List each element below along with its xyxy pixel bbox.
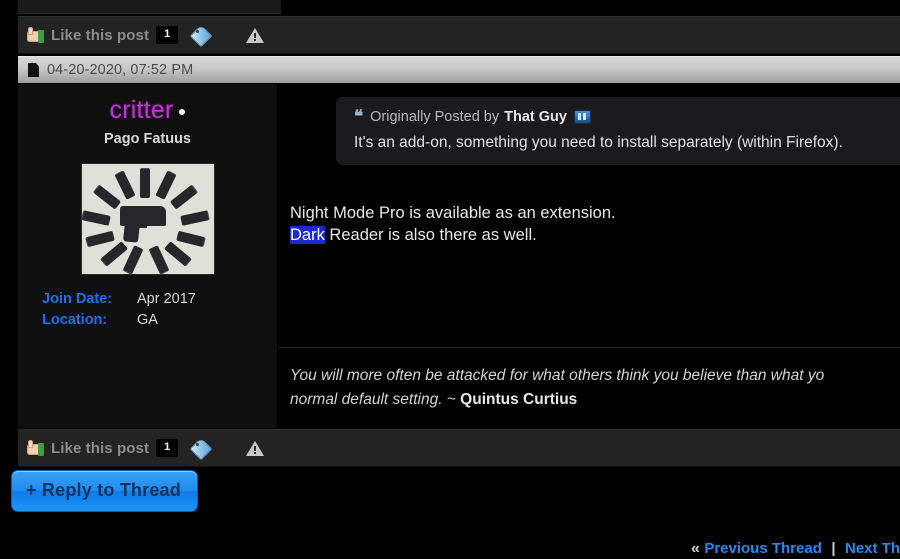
location-row: Location: GA <box>42 310 277 331</box>
user-title: Pago Fatuus <box>103 131 191 147</box>
thumbs-up-icon <box>26 26 46 44</box>
like-this-post-button-bottom[interactable]: Like this post 1 <box>26 430 179 466</box>
like-count-badge: 1 <box>156 26 179 44</box>
signature-line-2-prefix: normal default setting. ~ <box>290 391 461 408</box>
reply-button-wrap: + Reply to Thread <box>11 470 198 512</box>
quote-box: ❝ Originally Posted by That Guy It's an … <box>336 97 900 165</box>
quote-intro: Originally Posted by <box>370 108 500 125</box>
like-label: Like this post <box>51 439 150 457</box>
next-thread-link[interactable]: Next Th <box>845 540 900 557</box>
report-warning-icon[interactable] <box>246 440 265 456</box>
join-date-label: Join Date: <box>42 291 113 307</box>
join-date-value: Apr 2017 <box>137 291 196 307</box>
post-message: ❝ Originally Posted by That Guy It's an … <box>278 84 900 428</box>
post-signature: You will more often be attacked for what… <box>290 364 824 412</box>
like-this-post-button-top[interactable]: Like this post 1 <box>26 17 179 53</box>
top-strip-panel <box>18 0 281 14</box>
post-body: Night Mode Pro is available as an extens… <box>290 202 616 246</box>
post-body-line-2-rest: Reader is also there as well. <box>324 226 537 244</box>
quote-author[interactable]: That Guy <box>504 109 567 125</box>
join-date-row: Join Date: Apr 2017 <box>42 289 277 310</box>
selected-text: Dark <box>290 226 325 244</box>
quote-text: It's an add-on, something you need to in… <box>354 134 843 151</box>
post-container: critter Pago Fatuus Join Date: Apr 2017 … <box>18 84 900 428</box>
page-top-strip <box>0 0 900 16</box>
post-body-line-2: Dark Reader is also there as well. <box>290 224 616 246</box>
quote-marks-icon: ❝ <box>354 107 363 126</box>
view-post-icon[interactable] <box>573 109 591 124</box>
reply-to-thread-button[interactable]: + Reply to Thread <box>11 470 198 512</box>
report-warning-icon[interactable] <box>246 27 265 43</box>
signature-divider <box>278 347 900 348</box>
location-value: GA <box>137 312 158 328</box>
user-meta: Join Date: Apr 2017 Location: GA <box>18 289 277 331</box>
location-label: Location: <box>42 312 108 328</box>
thread-navigation: « Previous Thread | Next Th <box>0 540 900 559</box>
post-document-icon <box>28 63 39 77</box>
post-like-bar-top: Like this post 1 <box>18 16 900 54</box>
post-date: 04-20-2020, 07:52 PM <box>47 62 194 78</box>
quote-header: ❝ Originally Posted by That Guy <box>336 108 900 125</box>
forum-thread-page: Like this post 1 04-20-2020, 07:52 PM cr… <box>0 0 900 559</box>
like-count-badge: 1 <box>156 439 179 457</box>
tag-icon[interactable] <box>189 24 213 48</box>
post-user-info: critter Pago Fatuus Join Date: Apr 2017 … <box>18 84 278 428</box>
signature-author: Quintus Curtius <box>460 391 578 408</box>
previous-thread-link[interactable]: Previous Thread <box>704 540 822 557</box>
like-label: Like this post <box>51 26 150 44</box>
username-row: critter <box>18 84 277 125</box>
signature-line-1: You will more often be attacked for what… <box>290 367 825 384</box>
post-like-bar-bottom: Like this post 1 <box>18 429 900 467</box>
online-status-dot <box>179 109 186 116</box>
prev-thread-chevron-icon: « <box>690 540 700 557</box>
signature-line-2: normal default setting. ~ Quintus Curtiu… <box>290 388 824 412</box>
post-date-bar: 04-20-2020, 07:52 PM <box>18 56 900 83</box>
avatar[interactable] <box>80 163 215 275</box>
nav-separator: | <box>831 540 836 557</box>
tag-icon[interactable] <box>189 437 213 461</box>
post-body-line-1: Night Mode Pro is available as an extens… <box>290 204 616 222</box>
thumbs-up-icon <box>26 439 46 457</box>
username[interactable]: critter <box>110 96 174 125</box>
